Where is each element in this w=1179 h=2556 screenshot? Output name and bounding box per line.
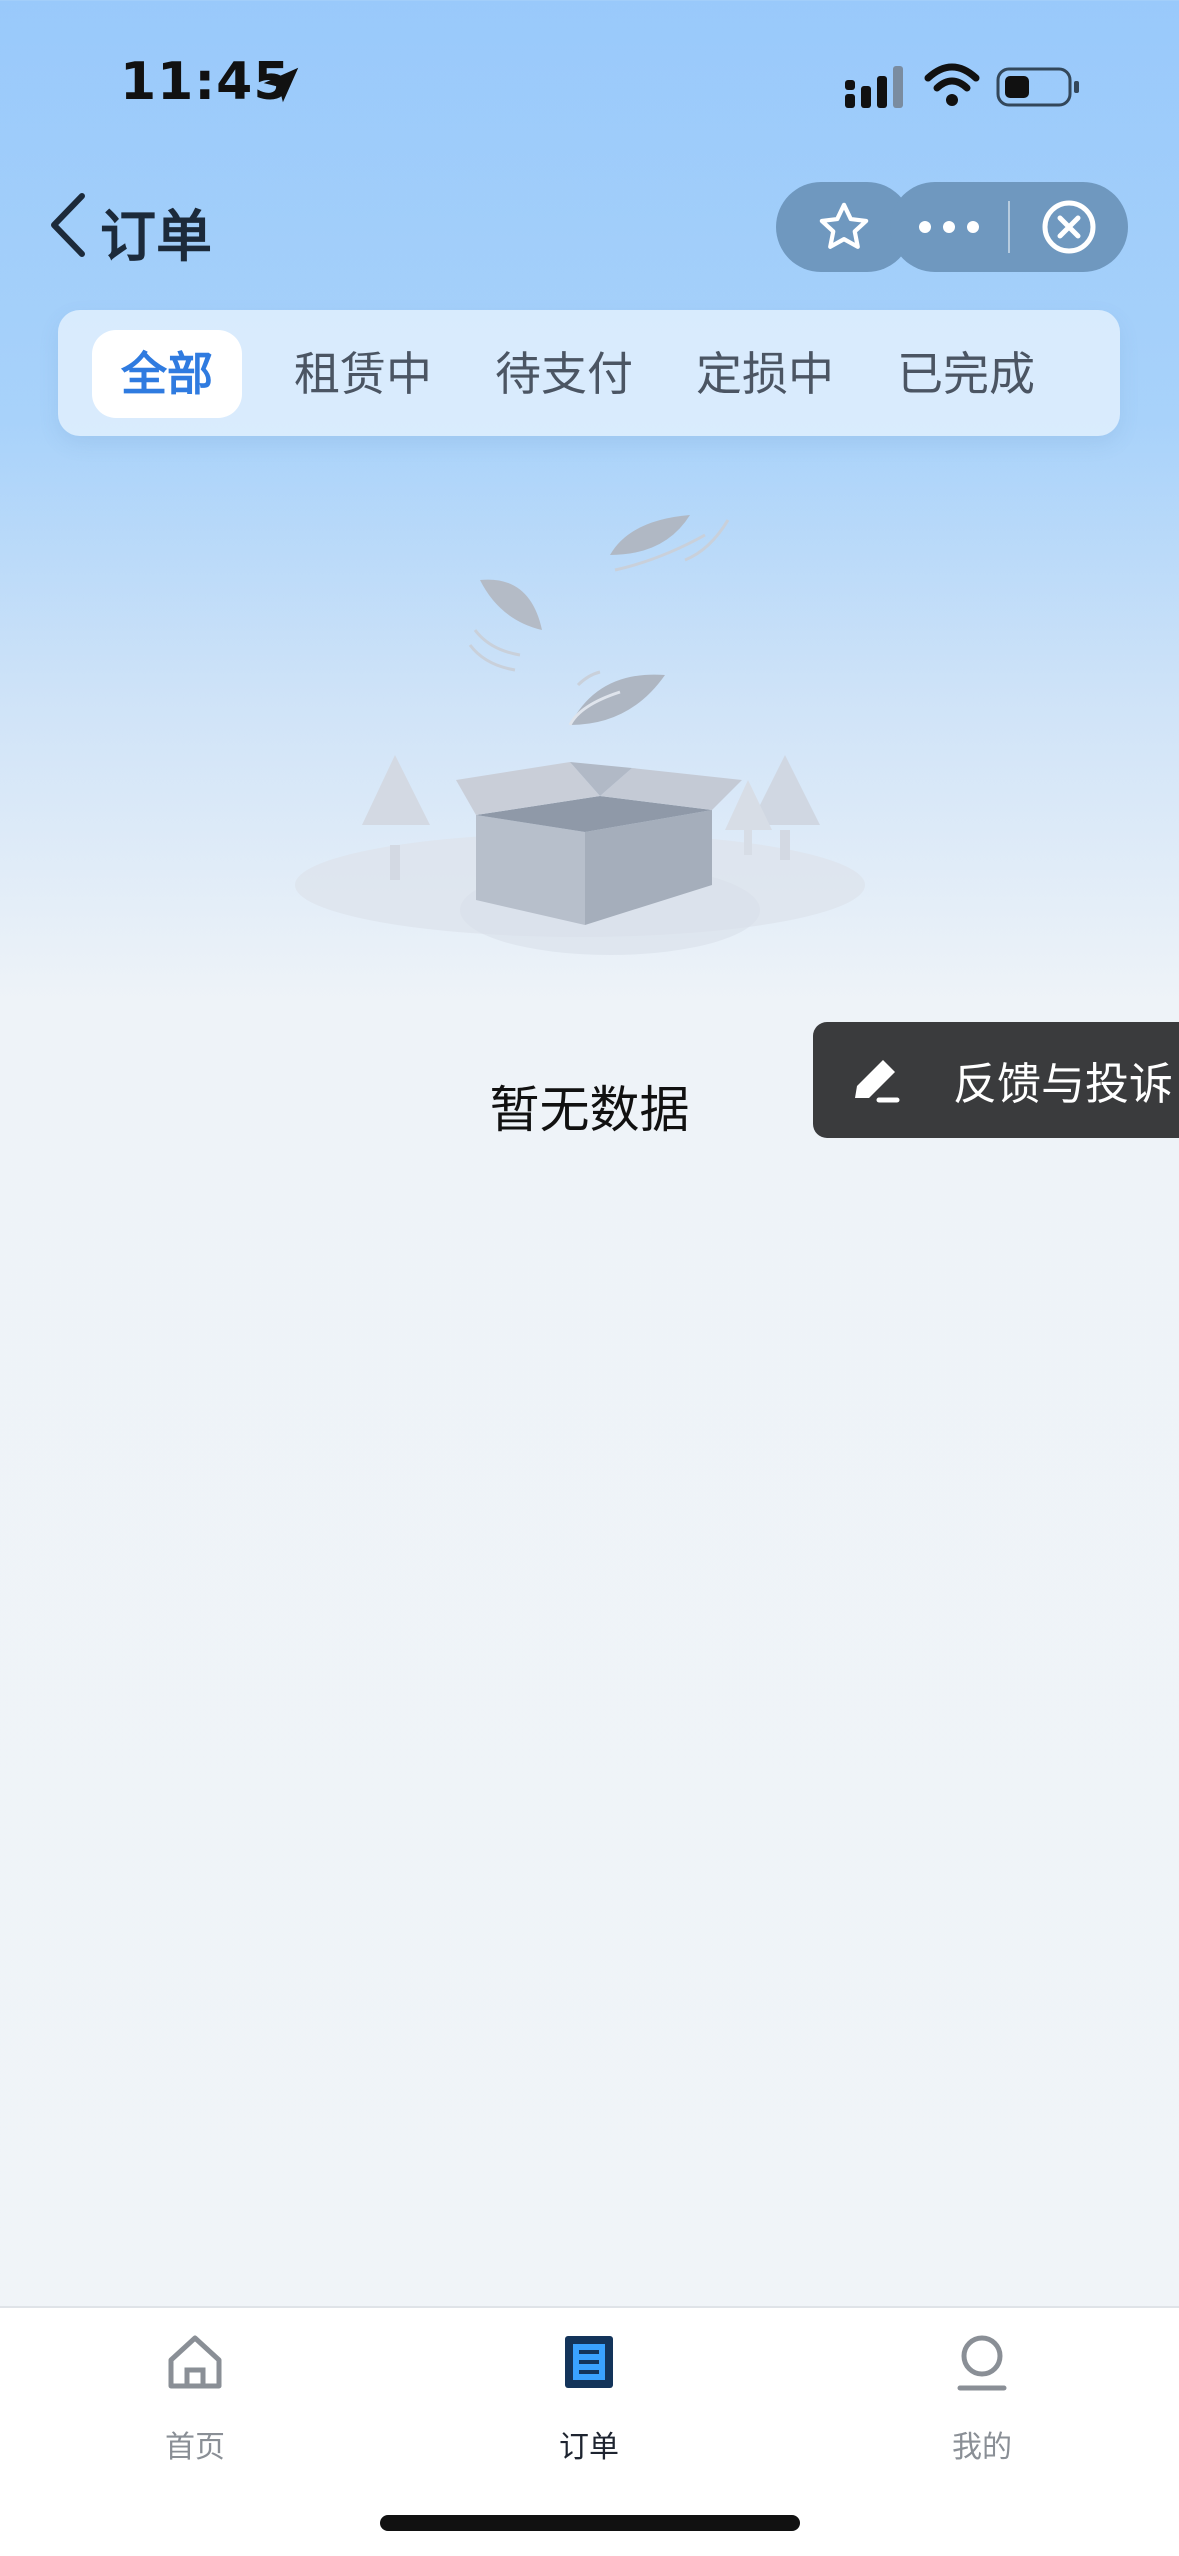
nav-mine-label: 我的 — [952, 2430, 1012, 2465]
more-button[interactable] — [890, 182, 1008, 272]
pen-icon — [855, 1060, 900, 1103]
home-indicator — [380, 2515, 800, 2531]
nav-home[interactable]: 首页 — [75, 2330, 315, 2466]
close-button[interactable] — [1010, 182, 1128, 272]
empty-box-illustration — [295, 515, 865, 955]
battery-icon — [996, 67, 1079, 107]
user-icon — [957, 2335, 1007, 2391]
home-icon — [168, 2335, 222, 2389]
nav-home-label: 首页 — [165, 2430, 225, 2465]
mini-program-capsule — [890, 182, 1128, 272]
nav-orders-label: 订单 — [559, 2430, 619, 2465]
feedback-label: 反馈与投诉 — [953, 1059, 1173, 1110]
tab-renting[interactable]: 租赁中 — [273, 330, 453, 418]
page-title: 订单 — [100, 205, 212, 270]
wifi-icon — [924, 63, 980, 106]
more-dot — [967, 221, 979, 233]
tab-completed[interactable]: 已完成 — [876, 330, 1056, 418]
star-icon — [819, 202, 869, 249]
more-dot — [943, 221, 955, 233]
order-icon — [565, 2336, 613, 2388]
nav-mine[interactable]: 我的 — [862, 2330, 1102, 2466]
tab-all[interactable]: 全部 — [92, 330, 242, 418]
nav-orders[interactable]: 订单 — [469, 2330, 709, 2466]
location-arrow-icon — [263, 67, 299, 103]
tab-pending-payment[interactable]: 待支付 — [474, 330, 654, 418]
more-icon — [919, 221, 931, 233]
close-circle-icon — [1042, 200, 1096, 254]
back-button[interactable] — [44, 190, 94, 260]
signal-icon — [845, 66, 903, 108]
feedback-button[interactable]: 反馈与投诉 — [813, 1022, 1179, 1138]
order-status-tabs: 全部 租赁中 待支付 定损中 已完成 — [58, 310, 1120, 436]
tab-damage-assessment[interactable]: 定损中 — [675, 330, 855, 418]
